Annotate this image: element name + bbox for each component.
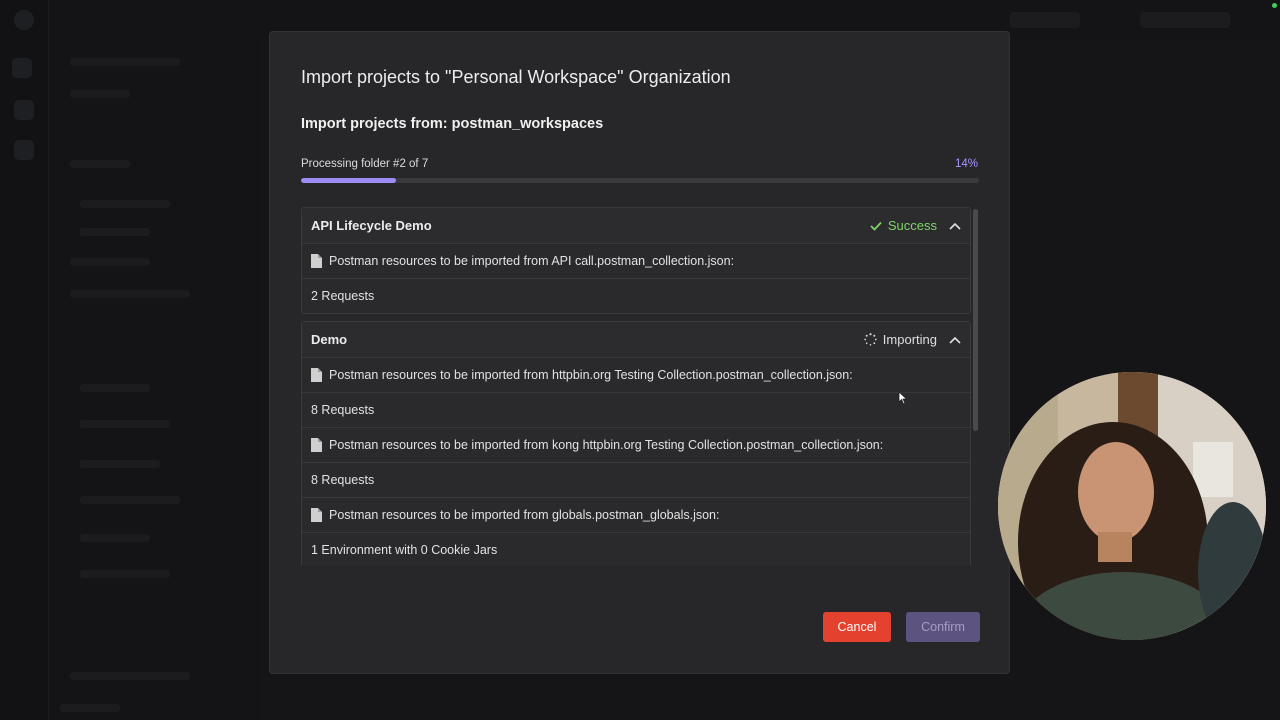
import-dialog: Import projects to "Personal Workspace" … — [269, 31, 1010, 674]
resource-count-text: 1 Environment with 0 Cookie Jars — [311, 543, 498, 557]
progress-percent: 14% — [954, 158, 978, 170]
confirm-button[interactable]: Confirm — [906, 612, 980, 642]
resource-count-text: 8 Requests — [311, 473, 375, 487]
group-status-label: Importing — [882, 332, 937, 347]
list-item: 2 Requests — [302, 279, 970, 313]
presenter-video — [998, 372, 1266, 640]
resource-source-text: Postman resources to be imported from ko… — [329, 438, 884, 452]
resource-source-text: Postman resources to be imported from gl… — [329, 508, 720, 522]
group-name: API Lifecycle Demo — [311, 218, 432, 233]
webcam-overlay — [998, 372, 1266, 640]
import-groups-list[interactable]: API Lifecycle Demo Success Postman resou… — [301, 207, 981, 565]
import-group: API Lifecycle Demo Success Postman resou… — [301, 207, 971, 314]
progress-bar — [301, 178, 979, 183]
file-icon — [311, 438, 322, 452]
resource-source-text: Postman resources to be imported from ht… — [329, 368, 853, 382]
list-item: Postman resources to be imported from AP… — [302, 244, 970, 279]
group-status: Success — [870, 218, 937, 233]
import-group: Demo Importing Postman resources to be i… — [301, 321, 971, 565]
dialog-title: Import projects to "Personal Workspace" … — [301, 67, 731, 87]
list-item: Postman resources to be imported from gl… — [302, 498, 970, 533]
status-dot — [1272, 3, 1277, 8]
group-status-label: Success — [887, 218, 937, 233]
file-icon — [311, 254, 322, 268]
resource-count-text: 8 Requests — [311, 403, 375, 417]
list-item: 1 Environment with 0 Cookie Jars — [302, 533, 970, 565]
group-header[interactable]: Demo Importing — [302, 322, 970, 358]
progress-label: Processing folder #2 of 7 — [301, 158, 429, 170]
list-item: 8 Requests — [302, 393, 970, 428]
list-item: Postman resources to be imported from ko… — [302, 428, 970, 463]
import-source-heading: Import projects from: postman_workspaces — [301, 116, 604, 132]
group-status: Importing — [864, 332, 937, 347]
file-icon — [311, 508, 322, 522]
background-rail — [0, 0, 49, 720]
cancel-button[interactable]: Cancel — [823, 612, 891, 642]
progress-bar-fill — [301, 178, 396, 183]
list-item: Postman resources to be imported from ht… — [302, 358, 970, 393]
resource-source-text: Postman resources to be imported from AP… — [329, 254, 735, 268]
check-icon — [870, 221, 882, 231]
chevron-up-icon[interactable] — [949, 222, 961, 230]
list-item: 8 Requests — [302, 463, 970, 498]
mouse-cursor-icon — [898, 391, 908, 405]
group-name: Demo — [311, 332, 348, 347]
spinner-icon — [864, 333, 877, 346]
group-header[interactable]: API Lifecycle Demo Success — [302, 208, 970, 244]
resource-count-text: 2 Requests — [311, 289, 375, 303]
file-icon — [311, 368, 322, 382]
scrollbar[interactable] — [973, 209, 978, 431]
chevron-up-icon[interactable] — [949, 336, 961, 344]
